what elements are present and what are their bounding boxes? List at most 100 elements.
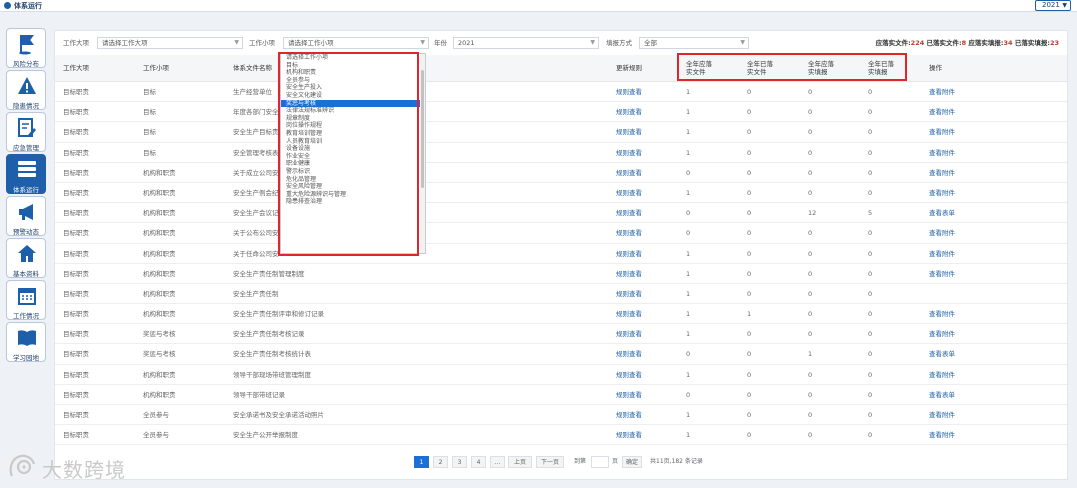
rule-link[interactable]: 规则查看	[616, 425, 642, 445]
dropdown-option[interactable]: 职业健康	[281, 160, 425, 168]
next-page-button[interactable]: 下一页	[536, 456, 564, 468]
dropdown-option[interactable]: 机构和职责	[281, 69, 425, 77]
rule-link[interactable]: 规则查看	[616, 304, 642, 324]
ops-link[interactable]: 查看附件	[929, 244, 955, 264]
should-fill-value: 0	[808, 310, 813, 319]
row-subcategory: 目标	[143, 128, 156, 137]
rule-link[interactable]: 规则查看	[616, 183, 642, 203]
sidebar-item-system[interactable]: 体系运行	[6, 154, 46, 194]
page-title: 体系运行	[14, 2, 42, 10]
table-row: 目标职责 目标 年度各部门安全 规则查看 1 0 0 0 查看附件	[55, 102, 1067, 123]
rule-link[interactable]: 规则查看	[616, 122, 642, 142]
ops-link[interactable]: 查看附件	[929, 122, 955, 142]
should-docs-value: 0	[686, 390, 691, 399]
scrollbar-thumb[interactable]	[421, 70, 424, 188]
ops-link[interactable]: 查看表单	[929, 385, 955, 405]
dropdown-option[interactable]: 安全文化建设	[281, 92, 425, 100]
subcategory-select[interactable]: 请选择工作小项 ▼	[283, 37, 429, 49]
page-button[interactable]: 4	[471, 456, 486, 468]
sidebar-item-study[interactable]: 学习园地	[6, 322, 46, 362]
dropdown-scrollbar[interactable]	[420, 54, 425, 253]
chevron-down-icon: ▼	[740, 39, 745, 46]
dropdown-option[interactable]: 安全风险管理	[281, 183, 425, 191]
sidebar-item-risk[interactable]: 风险分布	[6, 28, 46, 68]
year-filter-select[interactable]: 2021 ▼	[453, 37, 599, 49]
dropdown-option[interactable]: 岗位操作规程	[281, 122, 425, 130]
goto-page-input[interactable]	[591, 456, 609, 468]
page-button[interactable]: 3	[452, 456, 467, 468]
rule-link[interactable]: 规则查看	[616, 385, 642, 405]
dropdown-option[interactable]: 危化品管理	[281, 176, 425, 184]
dropdown-option[interactable]: 设备设施	[281, 145, 425, 153]
sidebar-item-hazard[interactable]: 隐患情况	[6, 70, 46, 110]
method-select[interactable]: 全部 ▼	[639, 37, 749, 49]
rule-link[interactable]: 规则查看	[616, 163, 642, 183]
header-line: 全年已落	[747, 60, 773, 68]
ops-link[interactable]: 查看表单	[929, 203, 955, 223]
rule-link[interactable]: 规则查看	[616, 324, 642, 344]
rule-link[interactable]: 规则查看	[616, 102, 642, 122]
page-ellipsis[interactable]: ...	[490, 456, 505, 468]
row-doc-name: 生产经营单位	[233, 88, 272, 96]
page-button[interactable]: 1	[414, 456, 429, 468]
ops-link[interactable]: 查看附件	[929, 82, 955, 102]
rule-link[interactable]: 规则查看	[616, 264, 642, 284]
sidebar-item-work[interactable]: 工作情况	[6, 280, 46, 320]
ops-link[interactable]: 查看附件	[929, 223, 955, 243]
rule-link[interactable]: 规则查看	[616, 143, 642, 163]
ops-link[interactable]: 查看附件	[929, 405, 955, 425]
should-docs-value: 1	[686, 188, 691, 197]
ops-link[interactable]: 查看附件	[929, 264, 955, 284]
page-button[interactable]: 2	[433, 456, 448, 468]
dropdown-list: 请选择工作小项 目标 机构和职责 全员参与 安全生产投入 安全文化建设 奖惩与考核 法律法规标…	[281, 54, 425, 206]
ops-link[interactable]: 查看附件	[929, 102, 955, 122]
sidebar-item-label: 隐患情况	[13, 102, 39, 110]
ops-link[interactable]: 查看附件	[929, 143, 955, 163]
prev-page-button[interactable]: 上页	[508, 456, 532, 468]
sidebar-item-basic[interactable]: 基本资料	[6, 238, 46, 278]
sidebar-item-label: 应急管理	[13, 144, 39, 152]
category-select[interactable]: 请选择工作大项 ▼	[97, 37, 243, 49]
rule-link[interactable]: 规则查看	[616, 365, 642, 385]
rule-link[interactable]: 规则查看	[616, 82, 642, 102]
dropdown-option[interactable]: 人员教育培训	[281, 138, 425, 146]
home-icon	[18, 245, 36, 262]
should-docs-value: 1	[686, 289, 691, 298]
header-should-fill: 全年应落 实填报	[808, 60, 834, 76]
rule-link[interactable]: 规则查看	[616, 344, 642, 364]
ops-link[interactable]: 查看附件	[929, 324, 955, 344]
ops-link[interactable]: 查看附件	[929, 163, 955, 183]
done-docs-value: 0	[747, 269, 752, 278]
rule-link[interactable]: 规则查看	[616, 203, 642, 223]
ops-link[interactable]: 查看附件	[929, 425, 955, 445]
dropdown-option[interactable]: 教育培训管理	[281, 130, 425, 138]
rule-link[interactable]: 规则查看	[616, 284, 642, 304]
done-fill-value: 0	[868, 229, 873, 238]
header-doc: 体系文件名称	[233, 64, 272, 72]
ops-link[interactable]: 查看附件	[929, 304, 955, 324]
rule-link[interactable]: 规则查看	[616, 244, 642, 264]
ops-link[interactable]: 查看附件	[929, 183, 955, 203]
year-select[interactable]: 2021 ▼	[1035, 0, 1071, 11]
page-unit-label: 页	[612, 458, 619, 465]
rule-link[interactable]: 规则查看	[616, 405, 642, 425]
dropdown-option[interactable]: 法律法规标准辨识	[281, 107, 425, 115]
dropdown-option[interactable]: 请选择工作小项	[281, 54, 425, 62]
dropdown-option[interactable]: 隐患排查治理	[281, 198, 425, 206]
header-line: 实填报	[868, 68, 888, 76]
system-icon	[4, 2, 11, 9]
ops-link[interactable]: 查看表单	[929, 344, 955, 364]
sidebar-item-alert[interactable]: 预警动态	[6, 196, 46, 236]
rule-link[interactable]: 规则查看	[616, 223, 642, 243]
done-fill-value: 0	[868, 128, 873, 137]
done-docs-value: 1	[747, 310, 752, 319]
sidebar-item-emergency[interactable]: 应急管理	[6, 112, 46, 152]
dropdown-option[interactable]: 警示标识	[281, 168, 425, 176]
ops-link[interactable]: 查看附件	[929, 365, 955, 385]
header-subcategory: 工作小项	[143, 64, 169, 72]
done-fill-value: 0	[868, 188, 873, 197]
row-doc-name: 安全承诺书及安全承诺活动照片	[233, 411, 324, 419]
confirm-button[interactable]: 确定	[622, 456, 642, 468]
dropdown-option[interactable]: 安全生产投入	[281, 84, 425, 92]
sidebar-item-label: 预警动态	[13, 228, 39, 236]
